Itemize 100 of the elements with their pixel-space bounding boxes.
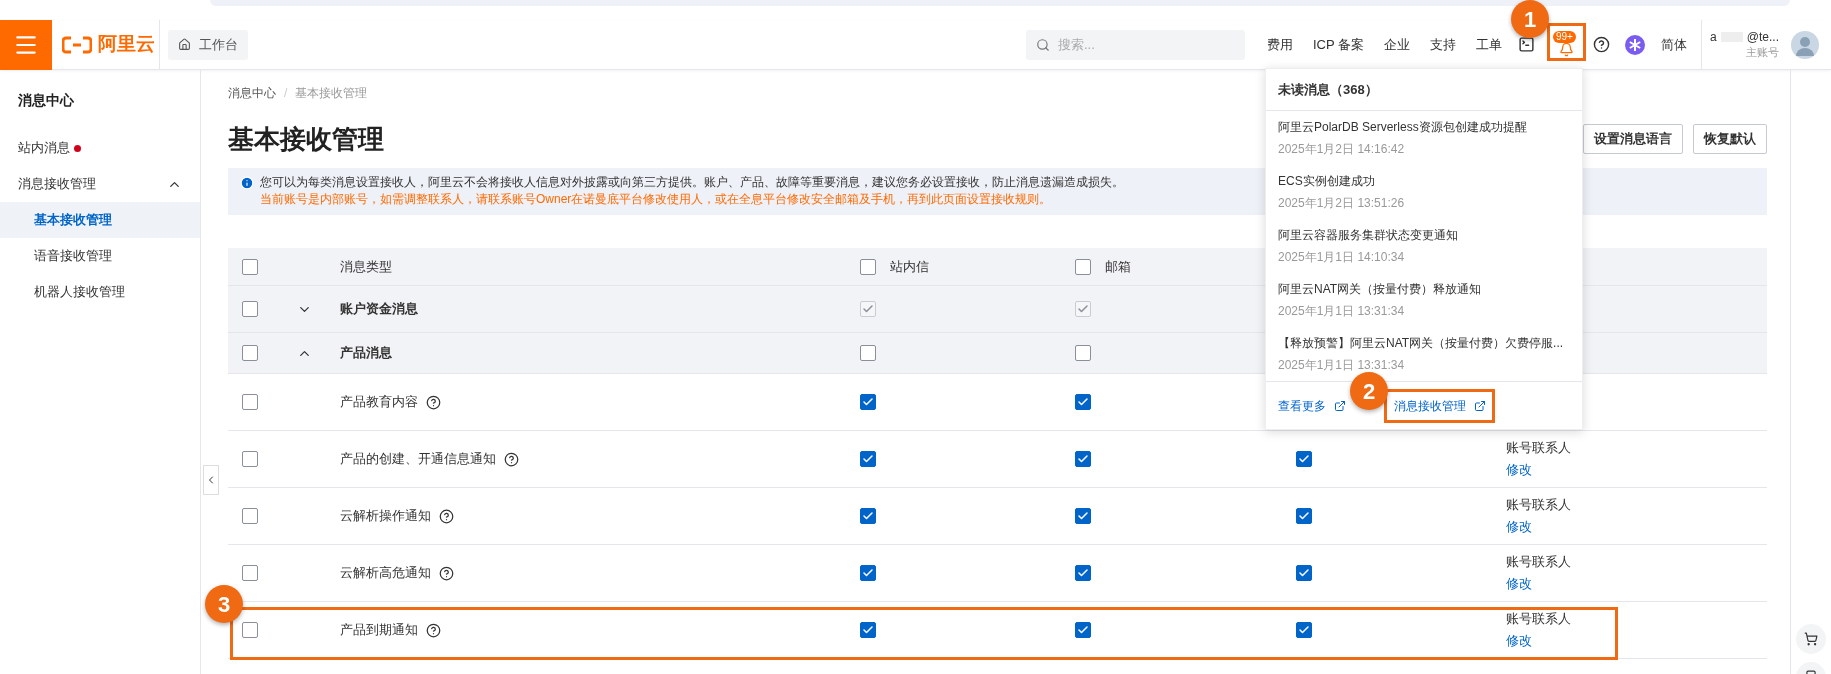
checkbox[interactable] (242, 451, 258, 467)
nav-link[interactable]: 企业 (1384, 34, 1410, 55)
checkmark-icon (1298, 567, 1310, 579)
dropdown-link[interactable]: 消息接收管理 (1394, 396, 1486, 415)
checkbox[interactable] (860, 345, 876, 361)
logo-icon (62, 35, 92, 54)
checkmark-icon (862, 303, 874, 315)
avatar[interactable] (1791, 30, 1819, 59)
checkbox[interactable] (1296, 451, 1312, 467)
checkbox[interactable] (1075, 565, 1091, 581)
external-link-icon (1474, 399, 1486, 412)
message-type: 账户资金消息 (340, 300, 418, 319)
nav-link[interactable]: ICP 备案 (1312, 34, 1364, 55)
message-type: 产品教育内容 (340, 393, 418, 412)
checkbox[interactable] (1075, 258, 1091, 275)
checkbox[interactable] (242, 508, 258, 524)
checkmark-icon (1077, 303, 1089, 315)
step-badge: 3 (205, 585, 243, 623)
checkbox[interactable] (242, 394, 258, 410)
collapse-handle[interactable] (203, 465, 219, 495)
checkmark-icon (1077, 453, 1089, 465)
help-icon[interactable] (426, 394, 441, 410)
search-icon (1035, 37, 1050, 52)
column-header: 站内信 (890, 257, 929, 276)
checkbox[interactable] (1296, 622, 1312, 638)
notification-item[interactable]: 阿里云容器服务集群状态变更通知 2025年1月1日 14:10:34 (1266, 219, 1582, 273)
action-button[interactable]: 设置消息语言 (1583, 124, 1683, 154)
notification-item[interactable]: ECS实例创建成功 2025年1月2日 13:51:26 (1266, 165, 1582, 219)
sidebar-item[interactable]: 语音接收管理 (0, 238, 200, 274)
edit-link[interactable]: 修改 (1506, 574, 1532, 594)
checkmark-icon (1077, 396, 1089, 408)
checkbox[interactable] (860, 394, 876, 410)
checkmark-icon (1077, 510, 1089, 522)
checkbox[interactable] (860, 622, 876, 638)
menu-button[interactable] (0, 19, 52, 70)
help-icon[interactable] (1593, 36, 1610, 53)
checkbox[interactable] (1296, 508, 1312, 524)
contact-text: 账号联系人 (1506, 610, 1572, 628)
notice-text: 您可以为每类消息设置接收人，阿里云不会将接收人信息对外披露或向第三方提供。账户、产品、故障等重要消息，建议您务必设置接收，防止消息遗漏造成损失。 (260, 174, 1124, 191)
message-type: 云解析操作通知 (340, 507, 431, 526)
checkbox[interactable] (1075, 345, 1091, 361)
help-icon[interactable] (426, 622, 441, 638)
terminal-icon[interactable] (1518, 36, 1535, 53)
checkmark-icon (862, 624, 874, 636)
checkbox[interactable] (860, 451, 876, 467)
info-icon (240, 176, 254, 190)
sidebar-item[interactable]: 基本接收管理 (0, 202, 200, 238)
breadcrumb-item[interactable]: 消息中心 (228, 84, 276, 102)
checkbox[interactable] (1075, 622, 1091, 638)
edit-link[interactable]: 修改 (1506, 631, 1532, 651)
contact-text: 账号联系人 (1506, 496, 1572, 514)
search-field[interactable]: 搜索... (1025, 29, 1245, 60)
workbench-button[interactable]: 工作台 (168, 29, 248, 60)
notification-count: 99+ (1553, 30, 1576, 43)
checkmark-icon (1298, 510, 1310, 522)
checkbox[interactable] (1075, 451, 1091, 467)
notification-item[interactable]: 阿里云PolarDB Serverless资源包创建成功提醒 2025年1月2日 14:16:42 (1266, 111, 1582, 165)
notice-warning: 当前账号是内部账号，如需调整联系人，请联系账号Owner在诺曼底平台修改使用人，或在全息平台修改安全邮箱及手机，再到此页面设置接收规则。 (260, 191, 1053, 208)
sidebar-item[interactable]: 机器人接收管理 (0, 274, 200, 310)
help-icon[interactable] (439, 565, 454, 581)
checkbox[interactable] (242, 258, 258, 275)
checkbox[interactable] (1296, 565, 1312, 581)
edit-link[interactable]: 修改 (1506, 460, 1532, 480)
column-header: 消息类型 (339, 257, 393, 276)
message-type: 产品到期通知 (340, 621, 418, 640)
sidebar-item[interactable]: 消息接收管理 (0, 166, 200, 202)
help-icon[interactable] (439, 508, 454, 524)
message-type: 云解析高危通知 (340, 564, 431, 583)
contact-text: 账号联系人 (1506, 553, 1572, 571)
checkmark-icon (1077, 624, 1089, 636)
checkbox[interactable] (242, 565, 258, 581)
cart-button[interactable] (1796, 624, 1826, 654)
checkbox[interactable] (1075, 394, 1091, 410)
notification-item[interactable]: 阿里云NAT网关（按量付费）释放通知 2025年1月1日 13:31:34 (1266, 273, 1582, 327)
breadcrumb-separator: / (284, 85, 288, 102)
cart-icon (1804, 632, 1818, 646)
message-type: 产品的创建、开通信息通知 (340, 450, 496, 469)
checkbox[interactable] (242, 301, 258, 317)
sidebar-title: 消息中心 (17, 90, 75, 110)
checkbox[interactable] (1075, 508, 1091, 524)
checkbox[interactable] (860, 508, 876, 524)
action-button[interactable]: 恢复默认 (1693, 124, 1767, 154)
dropdown-title: 未读消息（368） (1266, 69, 1582, 111)
sidebar-item[interactable]: 站内消息 (0, 130, 200, 166)
sparkle-icon[interactable] (1625, 34, 1645, 55)
language-link[interactable]: 简体 (1661, 34, 1687, 55)
checkbox[interactable] (242, 345, 258, 361)
account-name[interactable]: a (1710, 29, 1717, 45)
edit-link[interactable]: 修改 (1506, 517, 1532, 537)
checkbox[interactable] (860, 258, 876, 275)
checkbox[interactable] (860, 565, 876, 581)
checkbox[interactable] (242, 622, 258, 638)
dropdown-link[interactable]: 查看更多 (1278, 396, 1346, 415)
external-link-icon (1334, 399, 1346, 412)
nav-link[interactable]: 支持 (1430, 34, 1456, 55)
help-icon[interactable] (504, 451, 519, 467)
column-header: 邮箱 (1105, 257, 1131, 276)
nav-link[interactable]: 工单 (1476, 34, 1502, 55)
nav-link[interactable]: 费用 (1266, 34, 1293, 55)
account-name[interactable]: @te... (1746, 29, 1779, 45)
